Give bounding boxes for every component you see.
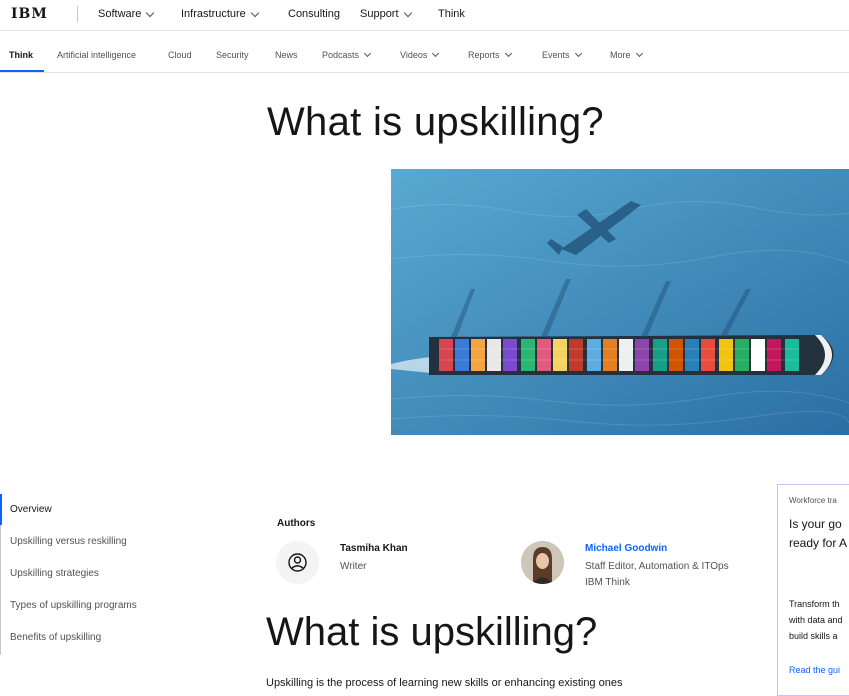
author-org: IBM Think (585, 577, 630, 588)
promo-headline-line: Is your go (789, 517, 842, 531)
nav-item-support[interactable]: Support (360, 8, 412, 20)
chevron-down-icon (250, 8, 260, 17)
nav-label: Software (98, 8, 142, 20)
table-of-contents: Overview Upskilling versus reskilling Up… (0, 494, 181, 655)
think-subnav: Think Artificial intelligence Cloud Secu… (0, 30, 849, 73)
nav-item-software[interactable]: Software (98, 8, 155, 20)
nav-label: Consulting (288, 8, 340, 20)
subnav-label: Videos (400, 50, 428, 60)
subnav-label: Cloud (168, 50, 192, 60)
hero-image (391, 169, 849, 435)
promo-body-line: Transform th (789, 599, 840, 609)
subnav-item-news[interactable]: News (275, 50, 298, 60)
promo-kicker: Workforce tra (789, 496, 837, 505)
chevron-down-icon (146, 8, 155, 17)
subnav-label: Security (216, 50, 249, 60)
subnav-label: Events (542, 50, 570, 60)
subnav-item-more[interactable]: More (610, 49, 643, 60)
chevron-down-icon (403, 8, 412, 17)
author-role: Writer (340, 561, 367, 572)
subnav-label: Think (9, 50, 33, 60)
authors-heading: Authors (277, 518, 316, 529)
toc-item-benefits[interactable]: Benefits of upskilling (10, 632, 101, 643)
subnav-item-security[interactable]: Security (216, 50, 249, 60)
toc-item-upskilling-vs-reskilling[interactable]: Upskilling versus reskilling (10, 536, 127, 547)
subnav-item-events[interactable]: Events (542, 49, 582, 60)
nav-item-consulting[interactable]: Consulting (288, 8, 340, 20)
portrait-image (521, 541, 564, 584)
user-icon (288, 553, 307, 572)
subnav-item-reports[interactable]: Reports (468, 49, 512, 60)
subnav-item-podcasts[interactable]: Podcasts (322, 49, 372, 60)
author-name: Tasmiha Khan (340, 543, 408, 554)
nav-item-infrastructure[interactable]: Infrastructure (181, 8, 260, 20)
promo-headline-line: ready for A (789, 536, 848, 550)
ibm-logo[interactable]: IBM (11, 6, 48, 22)
top-nav: IBM Software Infrastructure Consulting S… (0, 0, 849, 31)
promo-card[interactable]: Workforce tra Is your go ready for A Tra… (777, 484, 849, 696)
chevron-down-icon (635, 49, 643, 58)
chevron-down-icon (432, 49, 440, 58)
subnav-item-ai[interactable]: Artificial intelligence (57, 50, 136, 60)
chevron-down-icon (504, 49, 512, 58)
author-photo (521, 541, 564, 584)
subnav-label: News (275, 50, 298, 60)
subnav-label: Artificial intelligence (57, 50, 137, 60)
author-role: Staff Editor, Automation & ITOps (585, 561, 729, 572)
subnav-item-videos[interactable]: Videos (400, 49, 440, 60)
promo-body: Transform th with data and build skills … (789, 596, 843, 644)
promo-headline: Is your go ready for A (789, 515, 847, 553)
logo-divider (77, 6, 78, 22)
toc-active-indicator (0, 494, 2, 525)
avatar (276, 541, 319, 584)
active-tab-indicator (0, 70, 44, 72)
promo-body-line: build skills a (789, 631, 838, 641)
subnav-label: More (610, 50, 631, 60)
container-ship-illustration (391, 169, 849, 435)
promo-body-line: with data and (789, 615, 843, 625)
nav-label: Think (438, 8, 465, 20)
section-title: What is upskilling? (266, 610, 598, 654)
subnav-item-think[interactable]: Think (9, 50, 33, 60)
subnav-item-cloud[interactable]: Cloud (168, 50, 192, 60)
toc-item-types-of-programs[interactable]: Types of upskilling programs (10, 600, 137, 611)
chevron-down-icon (363, 49, 372, 58)
promo-link[interactable]: Read the gui (789, 665, 840, 675)
nav-item-think[interactable]: Think (438, 8, 465, 20)
subnav-label: Podcasts (322, 50, 360, 60)
subnav-label: Reports (468, 50, 500, 60)
chevron-down-icon (574, 49, 582, 58)
page-title: What is upskilling? (267, 100, 604, 144)
toc-item-overview[interactable]: Overview (10, 504, 52, 515)
author-name-link[interactable]: Michael Goodwin (585, 543, 667, 554)
section-intro-text: Upskilling is the process of learning ne… (266, 677, 623, 689)
nav-label: Support (360, 8, 399, 20)
nav-label: Infrastructure (181, 8, 246, 20)
toc-item-upskilling-strategies[interactable]: Upskilling strategies (10, 568, 99, 579)
